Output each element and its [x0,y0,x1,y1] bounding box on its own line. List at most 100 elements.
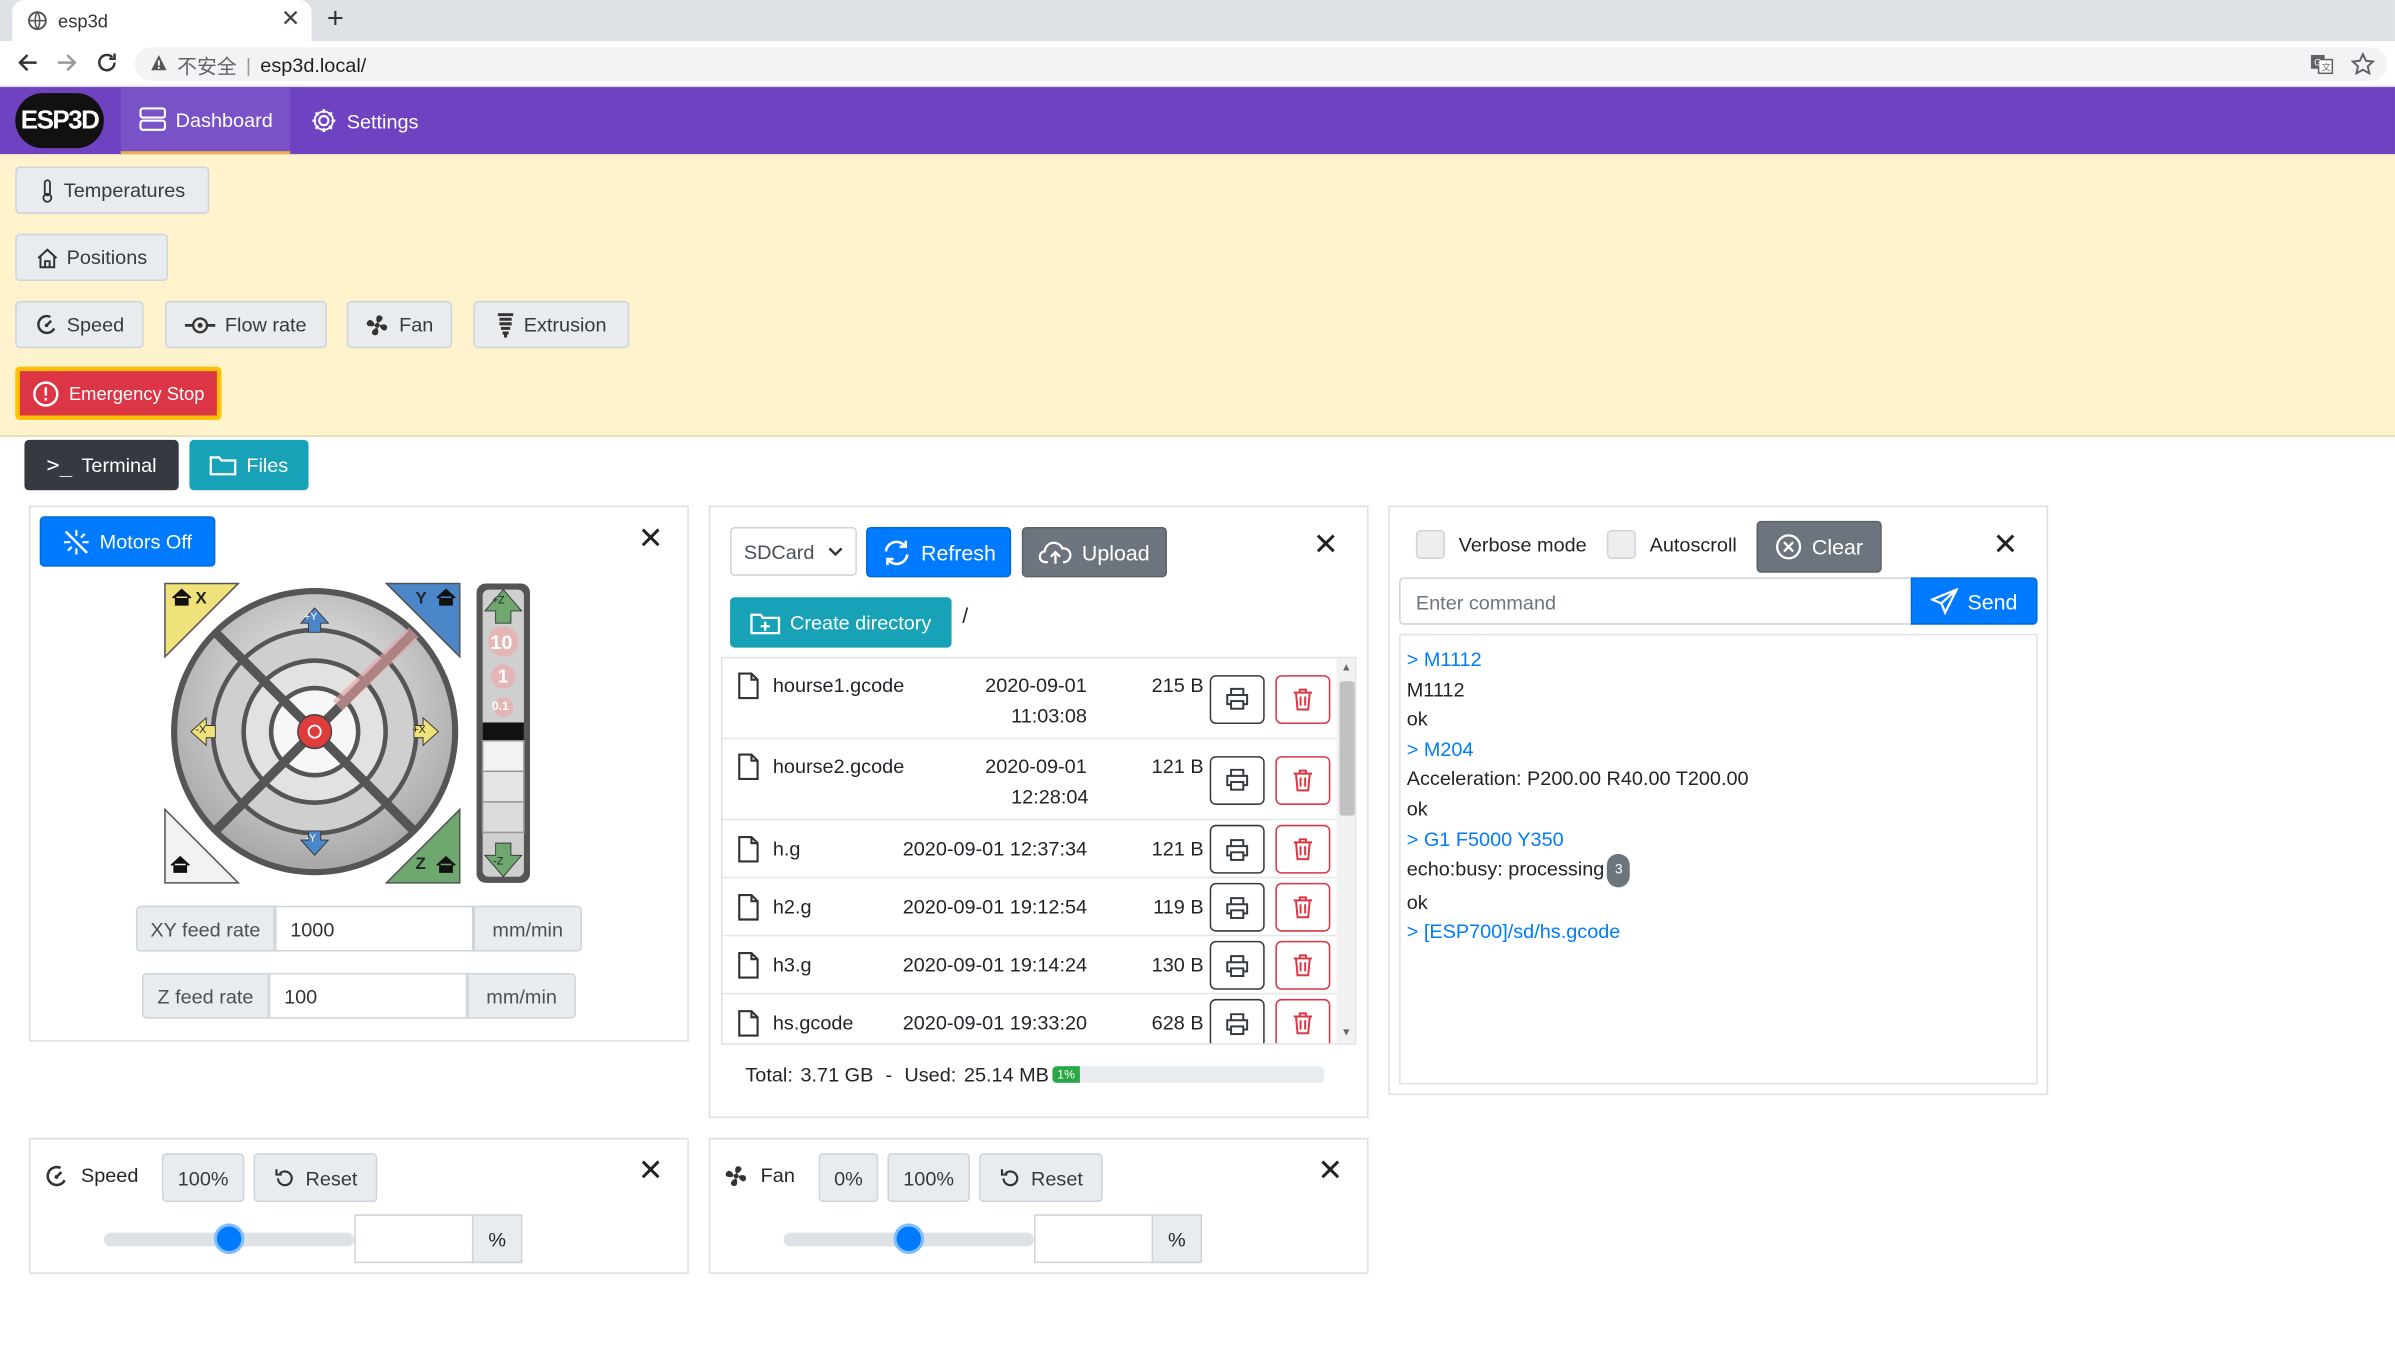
fan-icon [366,312,390,336]
bookmark-star-icon[interactable] [2350,51,2376,76]
trash-icon [1292,768,1313,792]
file-row[interactable]: hourse1.gcode 2020-09-01 11:03:08 215 B [722,658,1337,740]
print-file-button[interactable] [1209,674,1265,724]
motors-off-button[interactable]: Motors Off [39,516,216,567]
delete-file-button[interactable] [1275,674,1331,724]
speed-slider-thumb[interactable] [213,1223,245,1254]
delete-file-button[interactable] [1275,998,1331,1044]
file-name[interactable]: h2.g [773,895,812,918]
nav-settings[interactable]: Settings [292,87,437,154]
fan-preset-0-button[interactable]: 0% [818,1153,879,1203]
xy-feed-rate-input[interactable]: 1000 [274,905,474,952]
delete-file-button[interactable] [1275,940,1331,990]
clear-button[interactable]: Clear [1756,520,1882,573]
autoscroll-checkbox[interactable] [1606,530,1636,560]
print-file-button[interactable] [1209,940,1265,990]
file-row[interactable]: hourse2.gcode 2020-09-01 12:28:04 121 B [722,739,1337,821]
z-step-1[interactable]: 1 [498,666,508,687]
new-tab-button[interactable]: + [327,3,344,37]
close-fan-panel-icon[interactable]: ✕ [1315,1154,1346,1188]
storage-summary: Total: 3.71 GB - Used: 25.14 MB [745,1063,1049,1086]
delete-file-button[interactable] [1275,824,1331,874]
upload-button[interactable]: Upload [1021,526,1167,578]
close-tab-icon[interactable]: ✕ [281,5,300,32]
file-datetime: 2020-09-01 12:37:34 [902,837,1088,860]
close-speed-panel-icon[interactable]: ✕ [635,1154,666,1188]
z-step-0-1[interactable]: 0.1 [492,700,509,714]
flow-rate-button[interactable]: Flow rate [164,300,327,349]
file-name[interactable]: h.g [773,837,801,860]
fan-label: Fan [399,313,434,337]
terminal-line-text: echo:busy: processing [1406,857,1605,881]
print-file-button[interactable] [1209,755,1265,805]
terminal-toggle-button[interactable]: >_ Terminal [24,439,179,491]
verbose-mode-checkbox[interactable] [1415,530,1445,560]
translate-icon[interactable]: G文 [2309,52,2334,76]
scroll-up-arrow-icon[interactable]: ▲ [1341,663,1352,674]
scroll-thumb[interactable] [1339,681,1355,816]
print-file-button[interactable] [1209,882,1265,932]
jog-control-pad[interactable]: X Y Z +Y -Y -X +X +Z -Z 10 1 0.1 [162,580,536,885]
send-button[interactable]: Send [1910,577,2038,625]
used-value: 25.14 MB [963,1063,1049,1086]
xy-feed-rate-unit: mm/min [473,905,582,952]
positions-label: Positions [66,245,148,269]
speed-preset-100-button[interactable]: 100% [161,1153,245,1203]
close-files-panel-icon[interactable]: ✕ [1311,528,1342,562]
home-x-label: X [195,589,207,608]
command-input[interactable]: Enter command [1399,577,1913,625]
forward-icon[interactable] [55,50,79,74]
speed-reset-button[interactable]: Reset [253,1153,378,1203]
file-size: 121 B [1151,754,1204,778]
delete-file-button[interactable] [1275,755,1331,805]
z-step-10[interactable]: 10 [490,631,512,654]
file-row[interactable]: h.g 2020-09-01 12:37:34 121 B [722,820,1337,879]
file-name[interactable]: hourse1.gcode [773,674,904,697]
file-name[interactable]: hourse2.gcode [773,755,904,778]
file-row[interactable]: hs.gcode 2020-09-01 19:33:20 628 B [722,994,1336,1044]
positions-button[interactable]: Positions [15,233,169,282]
browser-tab-strip [0,0,2395,42]
file-row[interactable]: h3.g 2020-09-01 19:14:24 130 B [722,936,1337,995]
reload-icon[interactable] [95,50,119,74]
xy-feed-rate-label: XY feed rate [135,905,275,952]
fan-slider-thumb[interactable] [893,1223,925,1254]
fan-reset-button[interactable]: Reset [979,1153,1103,1203]
trash-icon [1292,687,1313,711]
sdcard-select[interactable]: SDCard [730,526,857,576]
address-bar[interactable]: 不安全 | esp3d.local/ [134,47,2388,81]
print-file-button[interactable] [1209,998,1265,1044]
terminal-line-text: Acceleration: P200.00 R40.00 T200.00 [1406,767,1749,791]
file-list-scrollbar[interactable]: ▲ ▼ [1336,658,1355,1044]
home-z-label: Z [415,855,426,874]
fan-preset-100-button[interactable]: 100% [887,1153,970,1203]
emergency-stop-button[interactable]: Emergency Stop [15,366,222,421]
close-jog-panel-icon[interactable]: ✕ [635,522,666,556]
sdcard-select-value: SDCard [743,539,815,563]
close-terminal-panel-icon[interactable]: ✕ [1990,528,2021,562]
file-time: 11:03:08 [1011,704,1087,728]
extrusion-button[interactable]: Extrusion [473,300,630,349]
scroll-down-arrow-icon[interactable]: ▼ [1341,1028,1352,1039]
fan-button[interactable]: Fan [346,300,453,349]
create-directory-button[interactable]: Create directory [730,597,952,648]
print-file-button[interactable] [1209,824,1265,874]
nav-dashboard[interactable]: Dashboard [120,87,291,155]
delete-file-button[interactable] [1275,882,1331,932]
back-icon[interactable] [15,50,39,74]
file-datetime: 2020-09-01 19:12:54 [902,895,1088,918]
trash-icon [1292,895,1313,919]
speed-button[interactable]: Speed [15,300,144,349]
temperatures-button[interactable]: Temperatures [15,166,210,214]
speed-value-input[interactable] [354,1214,474,1264]
fan-value-input[interactable] [1034,1214,1154,1264]
file-size: 121 B [1151,837,1204,860]
file-row[interactable]: h2.g 2020-09-01 19:12:54 119 B [722,878,1337,937]
file-name[interactable]: h3.g [773,953,812,976]
refresh-button[interactable]: Refresh [866,526,1012,578]
esp3d-logo[interactable]: ESP3D [15,93,104,149]
files-toggle-button[interactable]: Files [189,439,309,491]
z-feed-rate-input[interactable]: 100 [268,972,468,1019]
browser-tab[interactable]: esp3d ✕ [12,0,312,42]
file-name[interactable]: hs.gcode [773,1011,854,1034]
